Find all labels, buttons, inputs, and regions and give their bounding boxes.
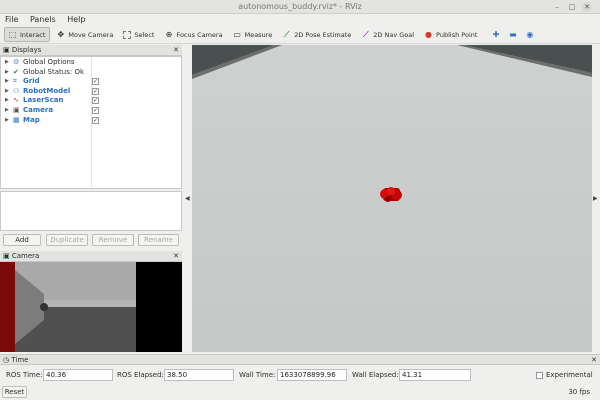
menu-file[interactable]: File: [0, 14, 22, 24]
close-icon[interactable]: ✕: [590, 356, 598, 364]
nav-goal-icon: ⟋: [362, 30, 369, 39]
camera-panel-header: ▣ Camera ✕: [0, 251, 182, 262]
camera-icon: ▣: [13, 105, 20, 114]
display-item-camera[interactable]: ▶ ▣ Camera ✓: [1, 106, 181, 116]
displays-button-row: Add Duplicate Remove Rename: [0, 233, 182, 247]
measure-icon: ▭: [233, 30, 241, 39]
window-title: autonomous_buddy.rviz* - RViz: [238, 2, 362, 11]
camera-checkbox[interactable]: ✓: [92, 106, 99, 114]
publish-point-icon: ●: [425, 30, 433, 39]
grid-icon: ⌗: [13, 77, 17, 86]
wall-elapsed-label: Wall Elapsed:: [352, 371, 399, 379]
display-item-global-status[interactable]: ▶ ✔ Global Status: Ok: [1, 68, 181, 78]
interact-icon: ⬚: [8, 30, 17, 39]
camera-panel-title: Camera: [11, 252, 40, 260]
add-button[interactable]: Add: [3, 234, 41, 246]
view-options-icon[interactable]: ◉: [524, 30, 535, 39]
map-checkbox[interactable]: ✓: [92, 116, 99, 124]
displays-title: Displays: [11, 46, 42, 54]
time-panel-header: ◷ Time ✕: [0, 354, 600, 365]
menu-help[interactable]: Help: [62, 14, 89, 24]
focus-camera-icon: ⊕: [165, 30, 173, 39]
tool-2d-nav-goal[interactable]: ⟋ 2D Nav Goal: [358, 27, 418, 42]
menu-bar: File Panels Help: [0, 14, 600, 26]
close-window-icon[interactable]: ✕: [582, 2, 592, 12]
expand-arrow-icon[interactable]: ▶: [5, 87, 9, 97]
close-icon[interactable]: ✕: [172, 252, 180, 260]
tool-2d-pose-estimate[interactable]: ⟋ 2D Pose Estimate: [279, 27, 355, 42]
ros-elapsed-label: ROS Elapsed:: [117, 371, 164, 379]
tool-bar: ⬚ Interact ✥ Move Camera Select ⊕ Focus …: [0, 26, 600, 44]
wall-time-label: Wall Time:: [239, 371, 276, 379]
time-bar: ROS Time: 40.36 ROS Elapsed: 38.50 Wall …: [0, 366, 600, 384]
camera-panel-icon: ▣: [3, 252, 10, 260]
expand-arrow-icon[interactable]: ▶: [5, 58, 9, 68]
ros-time-label: ROS Time:: [6, 371, 43, 379]
display-item-laserscan[interactable]: ▶ ∿ LaserScan ✓: [1, 96, 181, 106]
close-icon[interactable]: ✕: [172, 46, 180, 54]
tool-measure[interactable]: ▭ Measure: [230, 27, 277, 42]
collapse-left-icon[interactable]: ◀: [185, 195, 190, 202]
rename-button[interactable]: Rename: [138, 234, 179, 246]
displays-panel-header: ▣ Displays ✕: [0, 45, 182, 56]
map-icon: ▦: [13, 115, 20, 124]
ros-elapsed-field[interactable]: 38.50: [164, 369, 234, 381]
status-bar: Reset 30 fps: [0, 385, 600, 400]
check-icon: ✔: [13, 67, 19, 76]
scene-render: [192, 45, 592, 352]
tool-focus-camera[interactable]: ⊕ Focus Camera: [161, 27, 226, 42]
tool-interact[interactable]: ⬚ Interact: [4, 27, 51, 42]
displays-icon: ▣: [3, 46, 10, 54]
laserscan-checkbox[interactable]: ✓: [92, 97, 99, 105]
maximize-icon[interactable]: □: [567, 2, 577, 12]
display-item-map[interactable]: ▶ ▦ Map ✓: [1, 116, 181, 126]
select-icon: [123, 30, 132, 39]
expand-arrow-icon[interactable]: ▶: [5, 68, 9, 78]
ros-time-field[interactable]: 40.36: [43, 369, 113, 381]
robotmodel-checkbox[interactable]: ✓: [92, 87, 99, 95]
tool-publish-point[interactable]: ● Publish Point: [421, 27, 481, 42]
wall-elapsed-field[interactable]: 41.31: [399, 369, 471, 381]
expand-arrow-icon[interactable]: ▶: [5, 106, 9, 116]
menu-panels[interactable]: Panels: [25, 14, 60, 24]
laser-scan-icon: ∿: [13, 96, 19, 105]
add-tool-icon[interactable]: ✚: [490, 30, 501, 39]
grid-checkbox[interactable]: ✓: [92, 78, 99, 86]
reset-button[interactable]: Reset: [2, 386, 27, 398]
camera-feed-image: [0, 262, 182, 352]
expand-arrow-icon[interactable]: ▶: [5, 77, 9, 87]
experimental-label: Experimental: [546, 371, 593, 379]
duplicate-button[interactable]: Duplicate: [46, 234, 88, 246]
expand-arrow-icon[interactable]: ▶: [5, 96, 9, 106]
display-description-box: [0, 191, 182, 231]
collapse-right-icon[interactable]: ▶: [593, 195, 598, 202]
clock-icon: ◷: [3, 356, 10, 364]
display-item-grid[interactable]: ▶ ⌗ Grid ✓: [1, 77, 181, 87]
tool-move-camera[interactable]: ✥ Move Camera: [53, 27, 117, 42]
displays-tree: ▶ ⚙ Global Options ▶ ✔ Global Status: Ok…: [0, 56, 182, 189]
time-panel-title: Time: [11, 356, 29, 364]
display-item-robotmodel[interactable]: ▶ ⚇ RobotModel ✓: [1, 87, 181, 97]
remove-tool-icon[interactable]: ▬: [507, 30, 518, 39]
tool-select[interactable]: Select: [120, 27, 158, 42]
gear-icon: ⚙: [13, 58, 20, 66]
robot-model-icon: ⚇: [13, 86, 20, 95]
title-bar: autonomous_buddy.rviz* - RViz – □ ✕: [0, 0, 600, 14]
experimental-checkbox[interactable]: [536, 372, 543, 379]
expand-arrow-icon[interactable]: ▶: [5, 116, 9, 126]
remove-button[interactable]: Remove: [92, 234, 134, 246]
minimize-icon[interactable]: –: [552, 2, 562, 12]
fps-readout: 30 fps: [568, 388, 590, 396]
camera-image-view: [0, 262, 182, 352]
render-viewport[interactable]: [192, 45, 592, 352]
display-item-global-options[interactable]: ▶ ⚙ Global Options: [1, 58, 181, 68]
move-camera-icon: ✥: [57, 30, 65, 39]
wall-time-field[interactable]: 1633078899.96: [277, 369, 347, 381]
pose-estimate-icon: ⟋: [283, 30, 290, 39]
